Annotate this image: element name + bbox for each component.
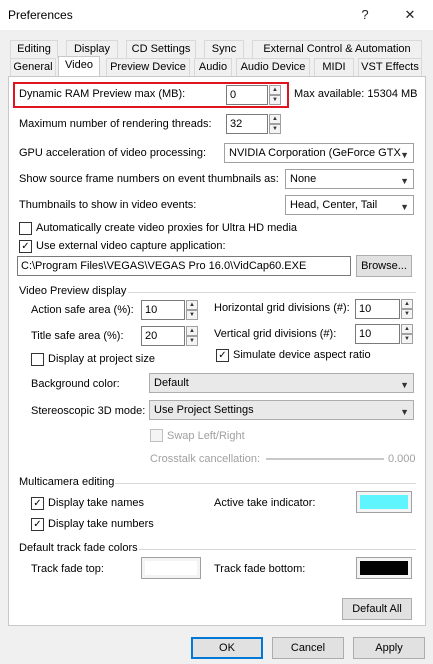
cancel-button[interactable]: Cancel — [272, 637, 344, 659]
external-capture-label: Use external video capture application: — [36, 240, 226, 252]
chevron-down-icon: ▼ — [400, 176, 409, 186]
tab-vst-effects[interactable]: VST Effects — [358, 58, 422, 76]
active-take-color-button[interactable] — [356, 491, 412, 513]
frame-numbers-label: Show source frame numbers on event thumb… — [19, 173, 279, 185]
crosstalk-label: Crosstalk cancellation: — [150, 453, 261, 465]
vgrid-label: Vertical grid divisions (#): — [214, 328, 337, 340]
crosstalk-slider[interactable] — [266, 458, 384, 460]
active-take-label: Active take indicator: — [214, 497, 316, 509]
tab-cd-settings[interactable]: CD Settings — [126, 40, 196, 58]
tab-editing[interactable]: Editing — [10, 40, 58, 58]
simulate-aspect-label: Simulate device aspect ratio — [233, 349, 371, 361]
title-safe-input[interactable]: 20 — [141, 326, 185, 346]
help-icon[interactable]: ? — [354, 4, 376, 26]
take-numbers-label: Display take numbers — [48, 518, 154, 530]
take-names-label: Display take names — [48, 497, 144, 509]
fade-bottom-label: Track fade bottom: — [214, 563, 306, 575]
ok-button[interactable]: OK — [191, 637, 263, 659]
action-safe-spinner[interactable]: ▲ ▼ — [186, 300, 198, 320]
tab-audio[interactable]: Audio — [194, 58, 232, 76]
ram-preview-spinner[interactable]: ▲ ▼ — [269, 85, 281, 105]
threads-input[interactable]: 32 — [226, 114, 268, 134]
divider — [139, 549, 416, 550]
thumbnails-select[interactable]: Head, Center, Tail ▼ — [285, 195, 414, 215]
chevron-down-icon: ▼ — [400, 202, 409, 212]
external-capture-checkbox[interactable]: ✓ — [19, 240, 32, 253]
swap-lr-label: Swap Left/Right — [167, 430, 245, 442]
hgrid-spinner[interactable]: ▲ ▼ — [401, 299, 413, 319]
chevron-down-icon: ▼ — [400, 407, 409, 417]
fade-bottom-color-swatch — [360, 561, 408, 575]
window-title: Preferences — [8, 8, 73, 22]
tab-preview-device[interactable]: Preview Device — [106, 58, 190, 76]
bg-color-select[interactable]: Default ▼ — [149, 373, 414, 393]
ram-preview-label: Dynamic RAM Preview max (MB): — [19, 88, 186, 100]
browse-button[interactable]: Browse... — [356, 255, 412, 277]
bg-color-label: Background color: — [31, 378, 120, 390]
crosstalk-value: 0.000 — [388, 453, 416, 465]
multicam-heading: Multicamera editing — [19, 476, 115, 488]
divider — [128, 292, 416, 293]
display-project-size-label: Display at project size — [48, 353, 155, 365]
take-names-checkbox[interactable]: ✓ — [31, 497, 44, 510]
video-preview-heading: Video Preview display — [19, 285, 127, 297]
gpu-select-value: NVIDIA Corporation (GeForce GTX — [229, 147, 401, 159]
fade-top-color-button[interactable] — [141, 557, 201, 579]
frame-numbers-value: None — [290, 173, 317, 185]
ram-preview-input[interactable]: 0 — [226, 85, 268, 105]
hgrid-input[interactable]: 10 — [355, 299, 400, 319]
display-project-size-checkbox[interactable] — [31, 353, 44, 366]
close-icon[interactable]: ✕ — [399, 4, 421, 26]
title-safe-label: Title safe area (%): — [31, 330, 124, 342]
stereo-select[interactable]: Use Project Settings ▼ — [149, 400, 414, 420]
gpu-label: GPU acceleration of video processing: — [19, 147, 207, 159]
fade-top-label: Track fade top: — [31, 563, 104, 575]
tab-sync[interactable]: Sync — [204, 40, 244, 58]
vgrid-input[interactable]: 10 — [355, 324, 400, 344]
default-all-button[interactable]: Default All — [342, 598, 412, 620]
stereo-value: Use Project Settings — [154, 404, 254, 416]
gpu-select[interactable]: NVIDIA Corporation (GeForce GTX ▼ — [224, 143, 414, 163]
fade-bottom-color-button[interactable] — [356, 557, 412, 579]
action-safe-input[interactable]: 10 — [141, 300, 185, 320]
tab-video[interactable]: Video — [58, 56, 100, 76]
fade-top-color-swatch — [145, 561, 197, 575]
auto-proxies-checkbox[interactable] — [19, 222, 32, 235]
simulate-aspect-checkbox[interactable]: ✓ — [216, 349, 229, 362]
chevron-down-icon: ▼ — [400, 380, 409, 390]
fades-heading: Default track fade colors — [19, 542, 138, 554]
vgrid-spinner[interactable]: ▲ ▼ — [401, 324, 413, 344]
external-capture-path[interactable]: C:\Program Files\VEGAS\VEGAS Pro 16.0\Vi… — [17, 256, 351, 276]
thumbnails-value: Head, Center, Tail — [290, 199, 378, 211]
active-take-color-swatch — [360, 495, 408, 509]
stereo-label: Stereoscopic 3D mode: — [31, 405, 146, 417]
chevron-down-icon: ▼ — [400, 150, 409, 160]
apply-button[interactable]: Apply — [353, 637, 425, 659]
hgrid-label: Horizontal grid divisions (#): — [214, 302, 350, 314]
action-safe-label: Action safe area (%): — [31, 304, 134, 316]
frame-numbers-select[interactable]: None ▼ — [285, 169, 414, 189]
threads-spinner[interactable]: ▲ ▼ — [269, 114, 281, 134]
ram-max-available: Max available: 15304 MB — [294, 88, 418, 100]
thumbnails-label: Thumbnails to show in video events: — [19, 199, 197, 211]
swap-lr-checkbox[interactable] — [150, 429, 163, 442]
divider — [115, 483, 416, 484]
tab-general[interactable]: General — [10, 58, 56, 76]
threads-label: Maximum number of rendering threads: — [19, 118, 212, 130]
tab-midi[interactable]: MIDI — [314, 58, 354, 76]
take-numbers-checkbox[interactable]: ✓ — [31, 518, 44, 531]
tab-external-control[interactable]: External Control & Automation — [252, 40, 422, 58]
auto-proxies-label: Automatically create video proxies for U… — [36, 222, 298, 234]
tab-audio-device[interactable]: Audio Device — [236, 58, 310, 76]
bg-color-value: Default — [154, 377, 189, 389]
title-safe-spinner[interactable]: ▲ ▼ — [186, 326, 198, 346]
